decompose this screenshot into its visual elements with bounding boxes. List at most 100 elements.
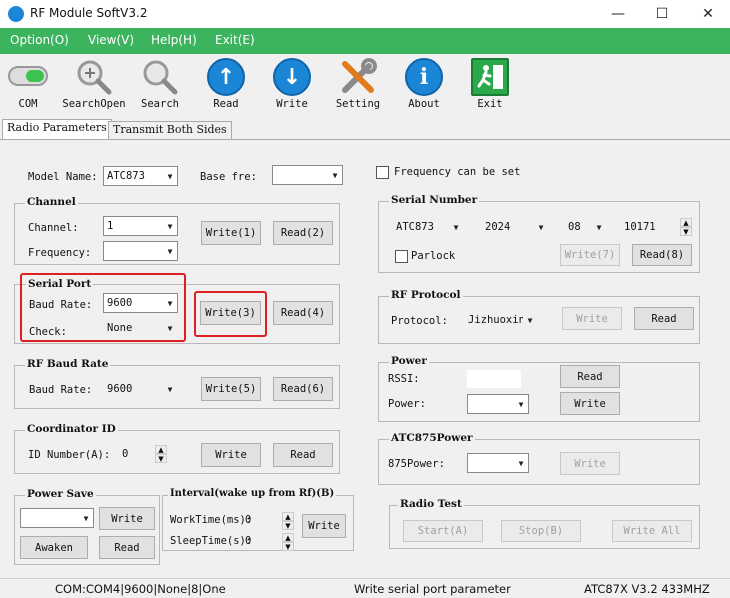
channel-label: Channel:	[28, 222, 79, 234]
serial-number-title: Serial Number	[389, 194, 480, 206]
chevron-down-icon: ▼	[167, 323, 173, 333]
power-select[interactable]: ▼	[467, 394, 529, 414]
base-fre-label: Base fre:	[200, 171, 257, 183]
menu-exit[interactable]: Exit(E)	[215, 33, 255, 47]
frequency-select[interactable]: ▼	[103, 241, 178, 261]
chevron-down-icon: ▼	[523, 311, 537, 329]
chevron-down-icon: ▼	[167, 384, 173, 394]
minimize-button[interactable]: —	[596, 0, 640, 28]
rf-baud-rate-label: Baud Rate:	[29, 384, 93, 396]
coordinator-read-button[interactable]: Read	[273, 443, 333, 467]
write-all-button[interactable]: Write All	[612, 520, 692, 542]
rf-protocol-write-button[interactable]: Write	[562, 307, 622, 330]
sn-number-input[interactable]: 10171	[620, 217, 678, 237]
close-button[interactable]: ✕	[686, 0, 730, 28]
power-group: Power	[378, 355, 700, 422]
menu-help[interactable]: Help(H)	[151, 33, 197, 47]
frequency-can-be-set-label: Frequency can be set	[394, 166, 521, 178]
rf-protocol-read-button[interactable]: Read	[634, 307, 694, 330]
radio-test-title: Radio Test	[398, 498, 464, 510]
stop-button[interactable]: Stop(B)	[501, 520, 581, 542]
tab-radio-parameters[interactable]: Radio Parameters	[2, 119, 112, 139]
baud-rate-select[interactable]: 9600 ▼	[103, 293, 178, 313]
toolbar: COM SearchOpen Search ↑ Read ↓ Write Set…	[0, 54, 730, 118]
title-bar: RF Module SoftV3.2 — ☐ ✕	[0, 0, 730, 28]
start-button[interactable]: Start(A)	[403, 520, 483, 542]
875power-label: 875Power:	[388, 458, 445, 470]
rf-baud-read-button[interactable]: Read(6)	[273, 377, 333, 401]
status-message: Write serial port parameter	[354, 582, 511, 596]
interval-title: Interval(wake up from Rf)(B)	[168, 488, 337, 499]
id-number-input[interactable]: 0	[118, 444, 154, 464]
sleep-time-input[interactable]: 0	[245, 535, 279, 547]
arrow-down-icon: ↓	[273, 58, 311, 96]
magnifier-plus-icon	[75, 58, 113, 96]
sn-year-select[interactable]: 2024 ▼	[481, 217, 549, 237]
sn-model-select[interactable]: ATC873 ▼	[392, 217, 464, 237]
chevron-down-icon: ▼	[518, 458, 524, 468]
awaken-button[interactable]: Awaken	[20, 536, 88, 559]
channel-write-button[interactable]: Write(1)	[201, 221, 261, 245]
channel-title: Channel	[25, 196, 78, 208]
channel-select[interactable]: 1 ▼	[103, 216, 178, 236]
sn-write-button[interactable]: Write(7)	[560, 244, 620, 266]
power-title: Power	[389, 355, 429, 367]
tab-transmit-both-sides[interactable]: Transmit Both Sides	[108, 121, 232, 139]
power-read-button[interactable]: Read	[560, 365, 620, 388]
base-fre-select[interactable]: ▼	[272, 165, 343, 185]
protocol-select[interactable]: Jizhuoxin ▼	[464, 310, 538, 330]
rf-baud-rate-title: RF Baud Rate	[25, 358, 111, 370]
power-label: Power:	[388, 398, 426, 410]
channel-read-button[interactable]: Read(2)	[273, 221, 333, 245]
id-number-label: ID Number(A):	[28, 449, 111, 461]
power-save-write-button[interactable]: Write	[99, 507, 155, 530]
tools-icon	[339, 58, 377, 96]
frequency-can-be-set-checkbox[interactable]	[376, 166, 389, 179]
power-save-read-button[interactable]: Read	[99, 536, 155, 559]
coordinator-write-button[interactable]: Write	[201, 443, 261, 467]
serial-port-read-button[interactable]: Read(4)	[273, 301, 333, 325]
rf-baud-write-button[interactable]: Write(5)	[201, 377, 261, 401]
maximize-button[interactable]: ☐	[640, 0, 684, 28]
atc875-write-button[interactable]: Write	[560, 452, 620, 475]
sn-read-button[interactable]: Read(8)	[632, 244, 692, 266]
status-version: ATC87X V3.2 433MHZ	[584, 582, 710, 596]
sleep-time-spinner[interactable]: ▲ ▼	[282, 533, 294, 551]
magnifier-icon	[141, 58, 179, 96]
app-logo-icon	[8, 6, 24, 22]
check-select[interactable]: None ▼	[103, 318, 178, 338]
chevron-down-icon: ▼	[167, 246, 173, 256]
rf-baud-rate-select[interactable]: 9600 ▼	[103, 379, 178, 399]
work-time-input[interactable]: 0	[245, 514, 279, 526]
chevron-down-icon: ▼	[167, 171, 173, 181]
power-write-button[interactable]: Write	[560, 392, 620, 415]
id-number-spinner[interactable]: ▲ ▼	[155, 445, 167, 463]
exit-button[interactable]: Exit	[455, 54, 525, 116]
serial-port-write-button[interactable]: Write(3)	[200, 301, 261, 325]
chevron-down-icon: ▼	[167, 298, 173, 308]
sn-number-spinner[interactable]: ▲ ▼	[680, 218, 692, 236]
menu-option[interactable]: Option(O)	[10, 33, 69, 47]
chevron-down-icon: ▼	[538, 222, 544, 232]
parlock-label: Parlock	[411, 250, 456, 262]
com-button[interactable]: COM	[0, 54, 63, 116]
search-open-button[interactable]: SearchOpen	[59, 54, 129, 116]
rssi-field	[467, 370, 521, 388]
about-button[interactable]: i About	[389, 54, 459, 116]
atc875-power-title: ATC875Power	[389, 432, 475, 444]
parlock-checkbox[interactable]	[395, 250, 408, 263]
interval-write-button[interactable]: Write	[302, 514, 346, 538]
status-bar: COM:COM4|9600|None|8|One Write serial po…	[0, 578, 730, 598]
coordinator-id-title: Coordinator ID	[25, 423, 118, 435]
work-time-spinner[interactable]: ▲ ▼	[282, 512, 294, 530]
power-save-title: Power Save	[25, 488, 96, 500]
875power-select[interactable]: ▼	[467, 453, 529, 473]
search-button[interactable]: Search	[125, 54, 195, 116]
setting-button[interactable]: Setting	[323, 54, 393, 116]
write-button[interactable]: ↓ Write	[257, 54, 327, 116]
read-button[interactable]: ↑ Read	[191, 54, 261, 116]
model-name-select[interactable]: ATC873 ▼	[103, 166, 178, 186]
power-save-select[interactable]: ▼	[20, 508, 94, 528]
sn-month-select[interactable]: 08 ▼	[564, 217, 607, 237]
menu-view[interactable]: View(V)	[88, 33, 134, 47]
